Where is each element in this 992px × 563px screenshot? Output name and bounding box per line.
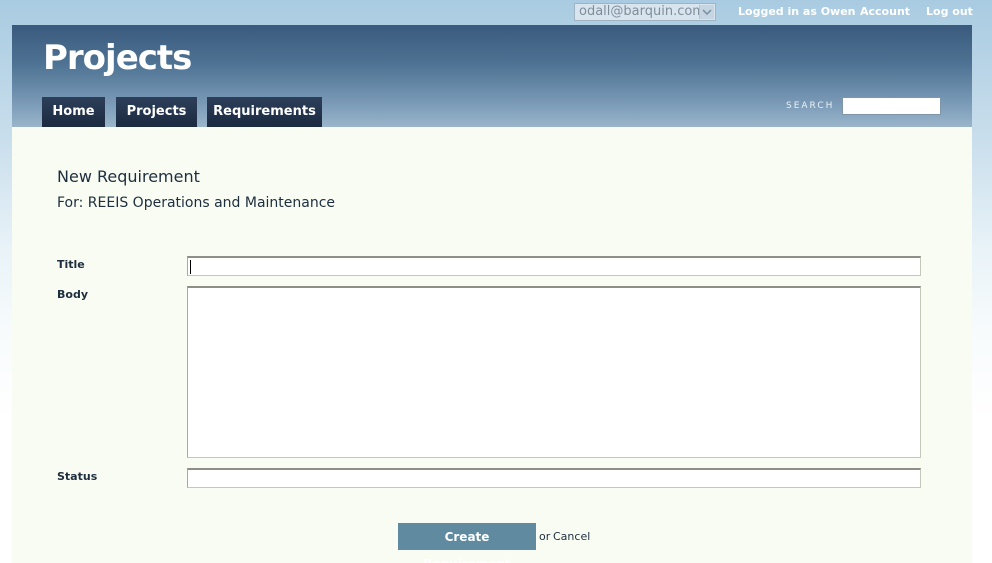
- create-requirement-button[interactable]: Create Requirement: [398, 523, 536, 563]
- account-link[interactable]: Account: [860, 5, 910, 18]
- title-field[interactable]: [187, 256, 921, 276]
- page-subtitle: For: REEIS Operations and Maintenance: [57, 195, 336, 211]
- or-text: or: [539, 530, 551, 543]
- status-label: Status: [57, 470, 98, 483]
- nav-tab-projects[interactable]: Projects: [116, 97, 197, 127]
- search-input[interactable]: [842, 97, 941, 115]
- site-header: Projects Home Projects Requirements SEAR…: [12, 25, 972, 128]
- title-label: Title: [57, 258, 85, 271]
- top-utility-bar: odall@barquin.com Logged in as Owen Acco…: [0, 0, 992, 25]
- cancel-link[interactable]: Cancel: [553, 530, 590, 543]
- page-title: New Requirement: [57, 167, 200, 186]
- account-select[interactable]: odall@barquin.com: [574, 3, 716, 21]
- body-label: Body: [57, 288, 88, 301]
- logout-link[interactable]: Log out: [926, 5, 973, 18]
- site-title: Projects: [43, 38, 192, 78]
- search-label: SEARCH: [786, 101, 835, 111]
- nav-tab-requirements[interactable]: Requirements: [207, 97, 322, 127]
- body-field[interactable]: [187, 286, 921, 458]
- status-field[interactable]: [187, 468, 921, 488]
- main-content: New Requirement For: REEIS Operations an…: [12, 127, 972, 563]
- account-select-value: odall@barquin.com: [579, 4, 705, 19]
- logged-in-text: Logged in as Owen: [738, 5, 856, 18]
- nav-tab-home[interactable]: Home: [42, 97, 105, 127]
- chevron-down-icon[interactable]: [699, 5, 714, 19]
- text-cursor: [190, 260, 191, 274]
